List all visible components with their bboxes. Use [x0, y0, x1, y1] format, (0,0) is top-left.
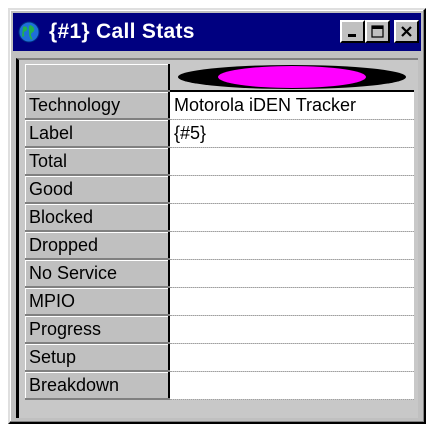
- row-label[interactable]: Breakdown: [25, 371, 170, 400]
- row-label[interactable]: Good: [25, 175, 170, 204]
- stats-grid: Technology Motorola iDEN Tracker Label {#5}…: [25, 64, 414, 400]
- close-button[interactable]: [394, 20, 419, 43]
- row-value[interactable]: [169, 287, 414, 316]
- table-row: Progress: [25, 315, 414, 344]
- stats-panel: Technology Motorola iDEN Tracker Label {#5}…: [16, 58, 418, 418]
- table-row: No Service: [25, 259, 414, 288]
- table-row: Dropped: [25, 231, 414, 260]
- row-label[interactable]: MPIO: [25, 287, 170, 316]
- table-row: Breakdown: [25, 371, 414, 400]
- row-label[interactable]: No Service: [25, 259, 170, 288]
- row-value[interactable]: [169, 259, 414, 288]
- table-row: Label {#5}: [25, 119, 414, 148]
- window-title: {#1} Call Stats: [49, 20, 195, 43]
- maximize-icon: [370, 24, 384, 38]
- table-row: MPIO: [25, 287, 414, 316]
- table-row: Technology Motorola iDEN Tracker: [25, 91, 414, 120]
- row-label[interactable]: Dropped: [25, 231, 170, 260]
- row-value[interactable]: {#5}: [169, 119, 414, 148]
- row-value[interactable]: [169, 231, 414, 260]
- row-value[interactable]: [169, 203, 414, 232]
- table-row: Total: [25, 147, 414, 176]
- title-bar[interactable]: {#1} Call Stats: [13, 13, 421, 51]
- table-row: Good: [25, 175, 414, 204]
- row-label[interactable]: Label: [25, 119, 170, 148]
- row-label[interactable]: Total: [25, 147, 170, 176]
- close-icon: [401, 26, 412, 37]
- status-indicator: [178, 65, 406, 89]
- minimize-button[interactable]: [340, 20, 365, 43]
- row-value[interactable]: [169, 343, 414, 372]
- row-value[interactable]: [169, 371, 414, 400]
- row-value[interactable]: [169, 175, 414, 204]
- row-value[interactable]: [169, 315, 414, 344]
- row-value[interactable]: [169, 147, 414, 176]
- row-label[interactable]: Setup: [25, 343, 170, 372]
- minimize-icon: [347, 33, 356, 37]
- maximize-button[interactable]: [365, 20, 390, 43]
- column-header[interactable]: [169, 64, 414, 92]
- window-controls: [340, 20, 419, 43]
- grid-corner-cell[interactable]: [25, 64, 170, 92]
- grid-header-row: [25, 64, 414, 92]
- table-row: Blocked: [25, 203, 414, 232]
- table-row: Setup: [25, 343, 414, 372]
- row-label[interactable]: Blocked: [25, 203, 170, 232]
- call-stats-window: {#1} Call Stats Technology Motorola iDEN…: [8, 8, 426, 424]
- globe-icon[interactable]: [17, 20, 41, 44]
- row-label[interactable]: Technology: [25, 91, 170, 120]
- row-value[interactable]: Motorola iDEN Tracker: [169, 91, 414, 120]
- row-label[interactable]: Progress: [25, 315, 170, 344]
